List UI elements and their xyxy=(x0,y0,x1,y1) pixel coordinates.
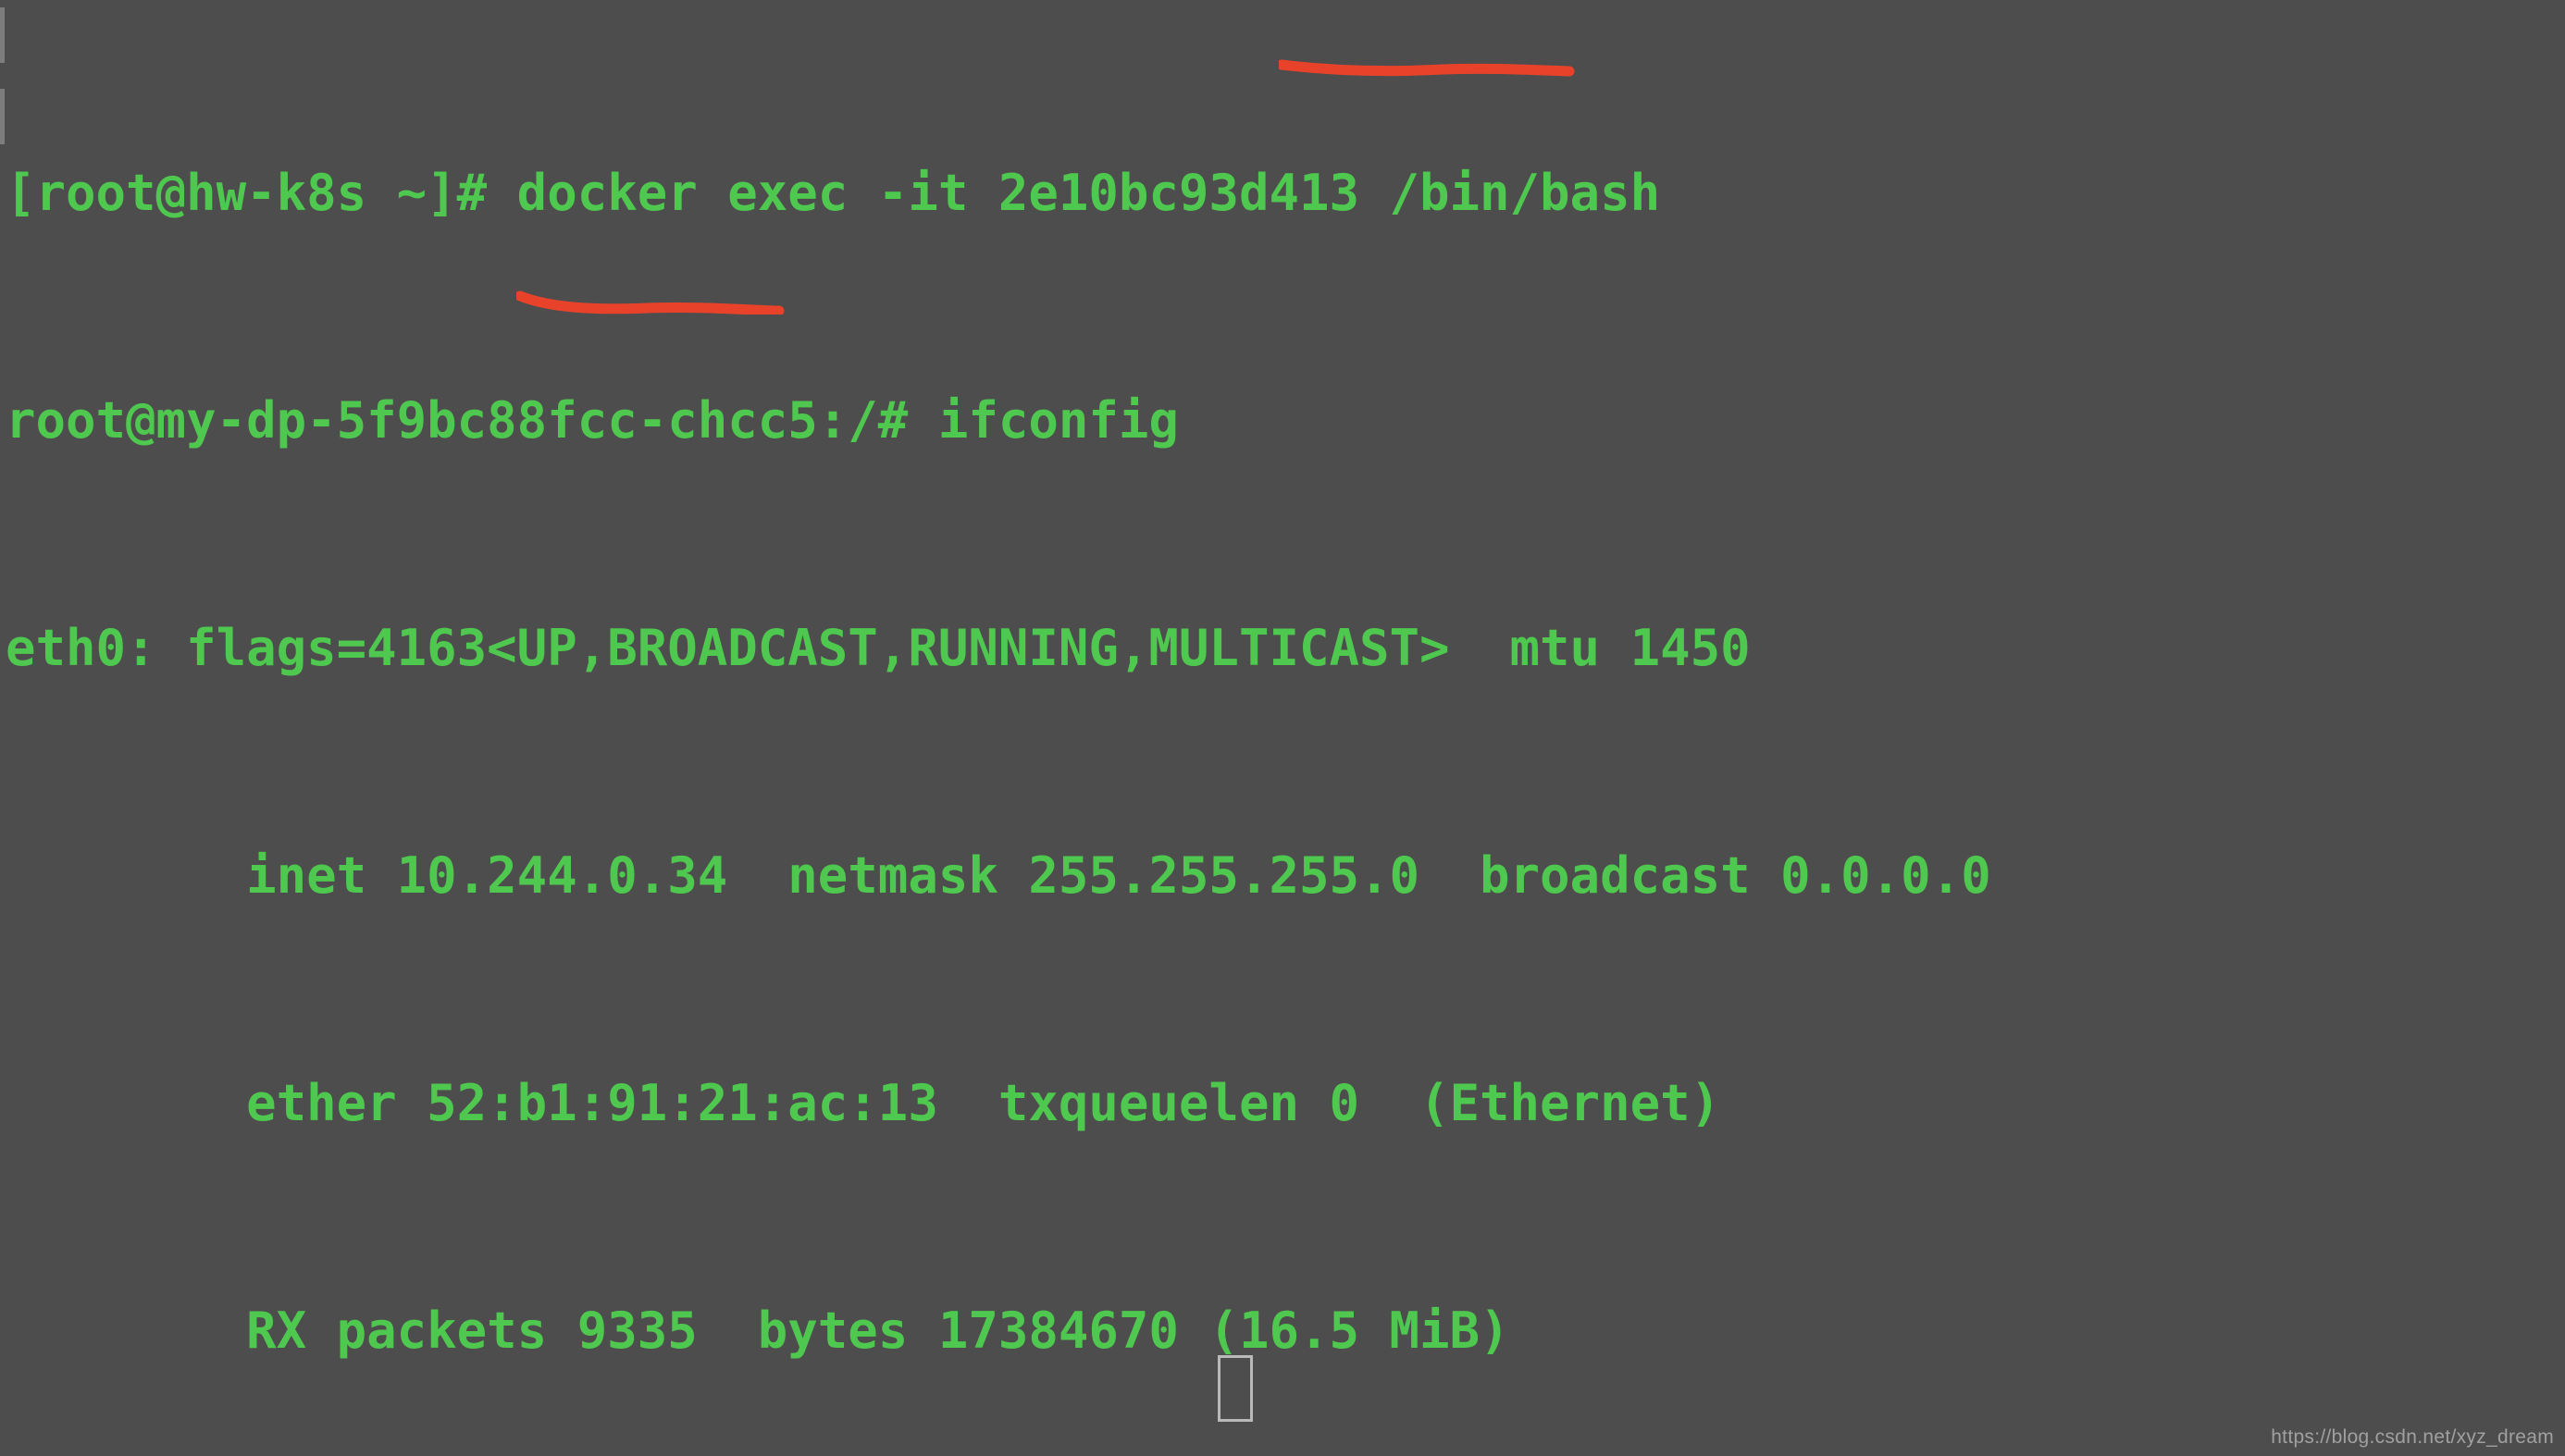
terminal-cursor xyxy=(1218,1355,1253,1422)
terminal-line: root@my-dp-5f9bc88fcc-chcc5:/# ifconfig xyxy=(6,391,1179,450)
terminal-line: [root@hw-k8s ~]# docker exec -it 2e10bc9… xyxy=(6,164,1661,222)
terminal-window[interactable]: [root@hw-k8s ~]# docker exec -it 2e10bc9… xyxy=(0,0,2565,1456)
terminal-line: ether 52:b1:91:21:ac:13 txqueuelen 0 (Et… xyxy=(6,1074,1721,1132)
terminal-output: [root@hw-k8s ~]# docker exec -it 2e10bc9… xyxy=(0,4,2565,1456)
terminal-line: eth0: flags=4163<UP,BROADCAST,RUNNING,MU… xyxy=(6,619,1751,677)
terminal-line: inet 10.244.0.34 netmask 255.255.255.0 b… xyxy=(6,846,1991,905)
terminal-line: RX packets 9335 bytes 17384670 (16.5 MiB… xyxy=(6,1302,1510,1360)
watermark-text: https://blog.csdn.net/xyz_dream xyxy=(2271,1426,2554,1448)
